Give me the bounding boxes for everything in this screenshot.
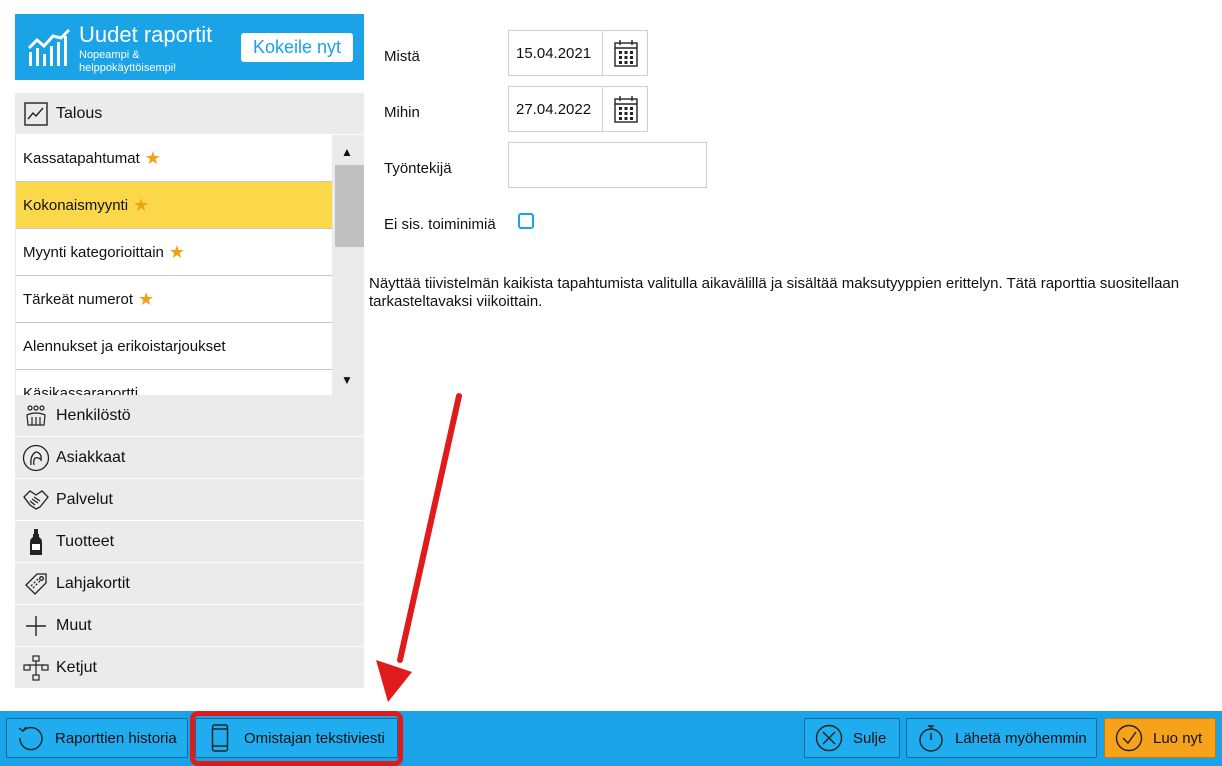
- owner-sms-label: Omistajan tekstiviesti: [244, 729, 385, 747]
- report-item-label: Alennukset ja erikoistarjoukset: [23, 337, 226, 355]
- report-item-kasikassaraportti[interactable]: Käsikassaraportti: [16, 370, 332, 395]
- create-now-button[interactable]: Luo nyt: [1104, 718, 1216, 758]
- category-label: Henkilöstö: [56, 406, 131, 424]
- category-muut[interactable]: Muut: [15, 605, 364, 647]
- send-later-label: Lähetä myöhemmin: [955, 729, 1087, 747]
- report-item-label: Kokonaismyynti: [23, 196, 129, 214]
- category-henkilosto[interactable]: Henkilöstö: [15, 395, 364, 437]
- star-icon: ★: [133, 194, 150, 215]
- to-date-value[interactable]: 27.04.2022: [516, 101, 591, 118]
- close-button[interactable]: Sulje: [804, 718, 900, 758]
- bar-chart-icon: [27, 28, 71, 66]
- star-icon: ★: [168, 241, 186, 262]
- close-icon: [815, 724, 843, 752]
- new-reports-banner: Uudet raportit Nopeampi & helppokäyttöis…: [15, 14, 364, 80]
- report-item-alennukset[interactable]: Alennukset ja erikoistarjoukset: [16, 323, 332, 370]
- category-ketjut[interactable]: Ketjut: [15, 647, 364, 689]
- category-label: Palvelut: [56, 490, 113, 508]
- report-list-container: Kassatapahtumat ★ Kokonaismyynti ★ Myynti …: [15, 135, 364, 395]
- star-icon: ★: [144, 147, 161, 168]
- report-item-kassatapahtumat[interactable]: Kassatapahtumat ★: [16, 135, 332, 182]
- report-item-myynti-kategorioittain[interactable]: Myynti kategorioittain ★: [16, 229, 332, 276]
- from-date-value[interactable]: 15.04.2021: [516, 45, 591, 62]
- history-icon: [17, 724, 45, 752]
- report-item-label: Myynti kategorioittain: [23, 243, 164, 261]
- to-date-label: Mihin: [384, 104, 420, 121]
- report-item-label: Tärkeät numerot: [23, 290, 134, 308]
- category-tuotteet[interactable]: Tuotteet: [15, 521, 364, 563]
- bottle-icon: [20, 526, 52, 558]
- scroll-down-arrow-icon[interactable]: ▼: [341, 373, 353, 387]
- report-item-label: Käsikassaraportti: [23, 384, 139, 396]
- category-label: Asiakkaat: [56, 448, 126, 466]
- line-chart-icon: [20, 98, 52, 130]
- from-date-label: Mistä: [384, 48, 420, 65]
- banner-title: Uudet raportit: [79, 22, 213, 47]
- category-label: Muut: [56, 616, 92, 634]
- try-now-button[interactable]: Kokeile nyt: [241, 33, 353, 62]
- network-icon: [20, 652, 52, 684]
- employee-input[interactable]: [508, 142, 707, 188]
- report-list-scrollbar[interactable]: ▲ ▼: [333, 135, 364, 395]
- report-category-sidebar: Talous Kassatapahtumat ★ Kokonaismyynti ★ …: [15, 93, 364, 689]
- plus-icon: [20, 610, 52, 642]
- report-history-label: Raporttien historia: [55, 729, 177, 747]
- category-palvelut[interactable]: Palvelut: [15, 479, 364, 521]
- phone-icon: [206, 724, 234, 752]
- category-label: Lahjakortit: [56, 574, 130, 592]
- exclude-companies-label: Ei sis. toiminimiä: [384, 216, 496, 233]
- to-date-field[interactable]: 27.04.2022: [508, 86, 648, 132]
- category-label: Ketjut: [56, 658, 97, 676]
- report-item-tarkeat-numerot[interactable]: Tärkeät numerot ★: [16, 276, 332, 323]
- calendar-icon[interactable]: [602, 31, 648, 75]
- bottom-toolbar: Raporttien historia Omistajan tekstivies…: [0, 711, 1222, 766]
- banner-subtitle: Nopeampi & helppokäyttöisempi!: [79, 49, 177, 74]
- send-later-button[interactable]: Lähetä myöhemmin: [906, 718, 1097, 758]
- exclude-companies-checkbox[interactable]: [518, 213, 534, 229]
- employee-label: Työntekijä: [384, 160, 452, 177]
- from-date-field[interactable]: 15.04.2021: [508, 30, 648, 76]
- create-now-label: Luo nyt: [1153, 729, 1203, 747]
- category-asiakkaat[interactable]: Asiakkaat: [15, 437, 364, 479]
- stopwatch-icon: [917, 724, 945, 752]
- gift-tag-icon: [20, 568, 52, 600]
- report-history-button[interactable]: Raporttien historia: [6, 718, 188, 758]
- scroll-up-arrow-icon[interactable]: ▲: [341, 145, 353, 159]
- calendar-icon[interactable]: [602, 87, 648, 131]
- category-label: Tuotteet: [56, 532, 115, 550]
- category-label: Talous: [56, 104, 103, 122]
- checkmark-icon: [1115, 724, 1143, 752]
- scroll-thumb[interactable]: [335, 165, 364, 247]
- close-label: Sulje: [853, 729, 887, 747]
- owner-sms-button[interactable]: Omistajan tekstiviesti: [195, 718, 398, 758]
- annotation-arrow: [376, 393, 462, 702]
- handshake-icon: [20, 484, 52, 516]
- star-icon: ★: [138, 288, 155, 309]
- report-item-kokonaismyynti[interactable]: Kokonaismyynti ★: [16, 182, 332, 229]
- report-item-label: Kassatapahtumat: [23, 149, 140, 167]
- category-talous[interactable]: Talous: [15, 93, 364, 135]
- customer-icon: [20, 442, 52, 474]
- report-list[interactable]: Kassatapahtumat ★ Kokonaismyynti ★ Myynti …: [16, 135, 332, 395]
- staff-icon: [20, 400, 52, 432]
- category-lahjakortit[interactable]: Lahjakortit: [15, 563, 364, 605]
- report-description: Näyttää tiivistelmän kaikista tapahtumis…: [369, 275, 1180, 310]
